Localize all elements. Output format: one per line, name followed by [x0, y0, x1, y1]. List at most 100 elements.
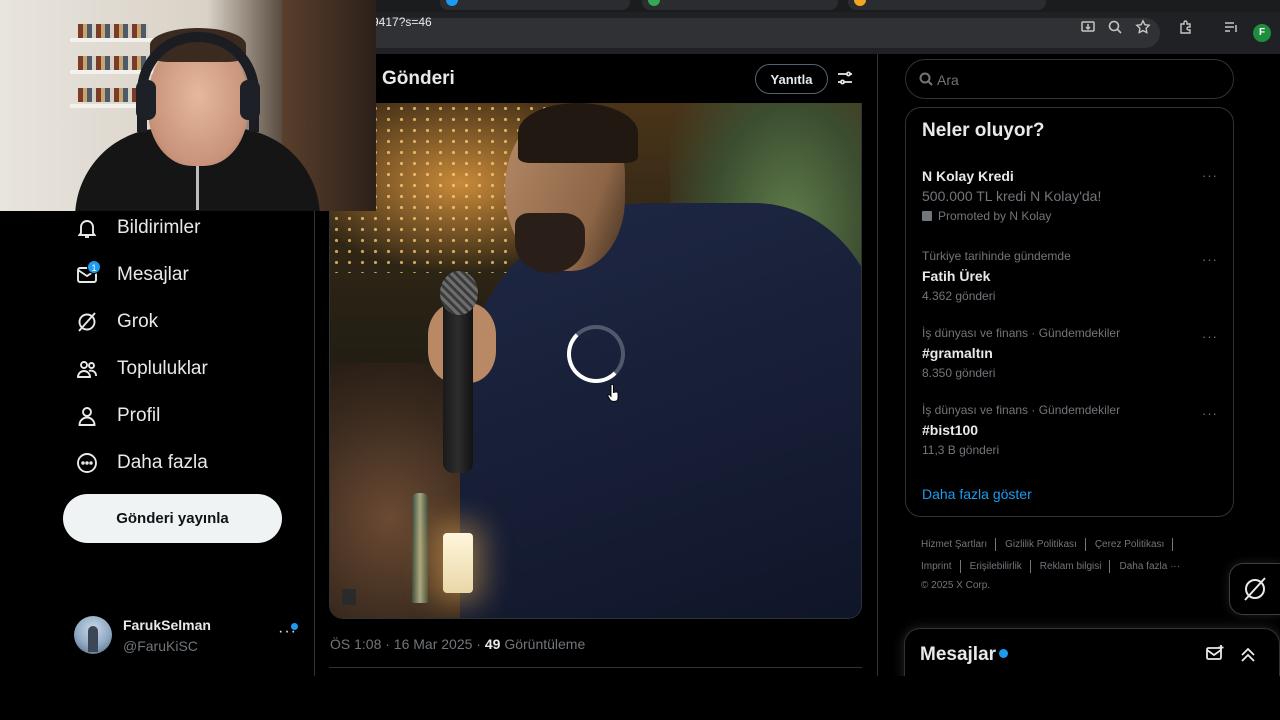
nav-item-messages[interactable]: 1 Mesajlar: [74, 260, 189, 290]
browser-tab[interactable]: [642, 0, 838, 10]
more-options-icon[interactable]: ···: [1202, 252, 1218, 267]
more-options-icon[interactable]: ···: [1202, 168, 1218, 183]
trend-item[interactable]: İş dünyası ve finans · Gündemdekiler #bi…: [922, 403, 1222, 457]
post-time: ÖS 1:08 · 16 Mar 2025 ·: [330, 636, 485, 652]
settings-sliders-icon[interactable]: [836, 69, 854, 87]
footer-separator: [1029, 560, 1031, 573]
video-control-icon[interactable]: [342, 589, 356, 605]
grok-icon: [74, 309, 100, 335]
extensions-icon[interactable]: [1177, 19, 1195, 37]
promoted-text: Promoted by N Kolay: [938, 209, 1052, 223]
view-count-label: Görüntüleme: [500, 636, 586, 652]
nav-item-label: Topluluklar: [117, 358, 208, 379]
hand-cursor-icon: [607, 384, 619, 402]
unread-badge: 1: [87, 260, 101, 274]
browser-profile-avatar[interactable]: F: [1253, 24, 1271, 42]
singer-jacket: [460, 203, 861, 618]
nav-item-label: Profil: [117, 405, 161, 426]
communities-icon: [74, 356, 100, 382]
reply-button[interactable]: Yanıtla: [755, 64, 828, 94]
nav-item-grok[interactable]: Grok: [74, 307, 158, 337]
trend-description: 500.000 TL kredi N Kolay'da!: [922, 188, 1102, 204]
browser-tab[interactable]: [440, 0, 630, 10]
trend-item[interactable]: İş dünyası ve finans · Gündemdekiler #gr…: [922, 326, 1222, 380]
headset-earcup: [240, 80, 260, 120]
trend-name: N Kolay Kredi: [922, 168, 1014, 184]
unread-dot: [999, 649, 1008, 658]
footer-separator: [959, 560, 961, 573]
trend-context: Türkiye tarihinde gündemde: [922, 249, 1071, 263]
footer-link[interactable]: Gizlilik Politikası: [1005, 539, 1077, 550]
trend-name: #gramaltın: [922, 345, 993, 361]
candle: [443, 533, 473, 593]
account-handle: @FaruKiSC: [123, 638, 198, 654]
divider: [329, 667, 862, 668]
footer-link[interactable]: Reklam bilgisi: [1040, 561, 1102, 572]
post-video[interactable]: [329, 103, 862, 619]
more-options-icon[interactable]: ···: [1202, 329, 1218, 344]
footer-link[interactable]: Çerez Politikası: [1095, 539, 1164, 550]
media-control-icon[interactable]: [1222, 19, 1240, 37]
nav-item-label: Bildirimler: [117, 217, 201, 238]
footer-link[interactable]: Daha fazla ···: [1119, 561, 1180, 572]
zoom-icon[interactable]: [1106, 19, 1124, 37]
post-timestamp: ÖS 1:08 · 16 Mar 2025 · 49 Görüntüleme: [330, 636, 585, 652]
chevron-up-icon[interactable]: [1238, 644, 1260, 666]
nav-item-notifications[interactable]: Bildirimler: [74, 213, 200, 243]
account-switcher[interactable]: FarukSelman @FaruKiSC ···: [74, 615, 302, 657]
headset-earcup: [136, 80, 156, 120]
profile-icon: [74, 403, 100, 429]
trend-context: İş dünyası ve finans · Gündemdekiler: [922, 326, 1121, 340]
new-message-icon[interactable]: [1205, 644, 1227, 666]
nav-item-communities[interactable]: Topluluklar: [74, 354, 208, 384]
bell-icon: [74, 215, 100, 241]
nav-item-profile[interactable]: Profil: [74, 401, 160, 431]
singer-beard: [515, 213, 585, 273]
webcam-books: [78, 56, 148, 70]
account-name: FarukSelman: [123, 617, 211, 633]
address-bar-url[interactable]: 9417?s=46: [372, 15, 432, 29]
more-circle-icon: [74, 450, 100, 476]
trend-count: 11,3 B gönderi: [922, 443, 1000, 457]
footer-separator: [1172, 538, 1174, 551]
view-count: 49: [484, 636, 501, 652]
trends-title: Neler oluyor?: [922, 120, 1045, 141]
footer-link[interactable]: Hizmet Şartları: [921, 539, 987, 550]
promoted-trend[interactable]: N Kolay Kredi 500.000 TL kredi N Kolay'd…: [922, 168, 1222, 223]
trend-item[interactable]: Türkiye tarihinde gündemde Fatih Ürek 4.…: [922, 249, 1222, 303]
search-input[interactable]: [937, 70, 1217, 90]
column-divider: [877, 54, 878, 676]
show-more-link[interactable]: Daha fazla göster: [922, 486, 1032, 502]
post-button[interactable]: Gönderi yayınla: [63, 494, 282, 543]
mail-icon: 1: [74, 260, 101, 288]
footer-link[interactable]: Imprint: [921, 561, 952, 572]
loading-spinner-icon: [567, 325, 625, 383]
promoted-icon: [922, 211, 932, 221]
install-app-icon[interactable]: [1079, 19, 1097, 37]
messages-drawer-title: Mesajlar: [920, 644, 997, 665]
footer-links: Hizmet Şartları Gizlilik Politikası Çerez …: [921, 538, 1221, 551]
bookmark-star-icon[interactable]: [1134, 19, 1152, 37]
copyright: © 2025 X Corp.: [921, 580, 991, 591]
bottom-black-bar: [0, 676, 1280, 720]
nav-item-label: Grok: [117, 311, 159, 332]
grok-floating-button[interactable]: [1229, 563, 1280, 615]
nav-item-more[interactable]: Daha fazla: [74, 448, 208, 478]
footer-separator: [1109, 560, 1111, 573]
browser-tab[interactable]: [848, 0, 1046, 10]
search-box[interactable]: [905, 59, 1234, 99]
trend-count: 8.350 gönderi: [922, 366, 996, 380]
tab-favicon: [648, 0, 660, 6]
microphone-head: [440, 271, 478, 315]
footer-links: Imprint Erişilebilirlik Reklam bilgisi Daha…: [921, 560, 1221, 573]
footer-link[interactable]: Erişilebilirlik: [970, 561, 1022, 572]
footer-separator: [995, 538, 997, 551]
trend-name: #bist100: [922, 422, 979, 438]
tab-favicon: [446, 0, 458, 6]
webcam-books: [78, 24, 148, 38]
tab-favicon: [854, 0, 866, 6]
trend-name: Fatih Ürek: [922, 268, 991, 284]
grok-icon: [1244, 577, 1266, 601]
address-bar[interactable]: [360, 18, 1160, 48]
more-options-icon[interactable]: ···: [1202, 406, 1218, 421]
